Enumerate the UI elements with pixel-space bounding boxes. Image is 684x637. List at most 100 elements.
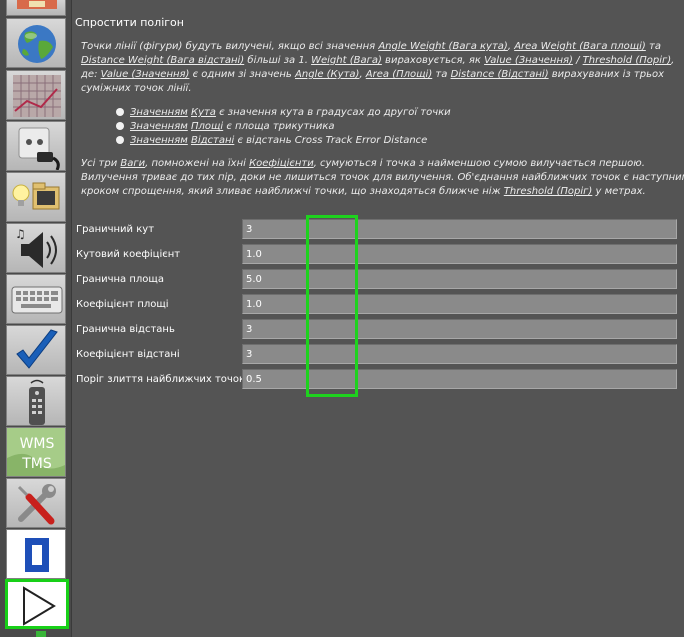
toolbar-button-globe[interactable] xyxy=(6,18,66,68)
text-run: Точки лінії (фігури) будуть вилучені, як… xyxy=(81,41,379,52)
term-link[interactable]: Ваги xyxy=(120,158,145,169)
text-run: є площа трикутника xyxy=(223,121,335,132)
bullet-dot-icon xyxy=(116,136,124,144)
description-line: де: Value (Значення) є одним зі значень … xyxy=(81,68,664,82)
angle-coefficient-label: Кутовий коефіцієнт xyxy=(76,249,181,260)
term-link[interactable]: Area Weight (Вага площі) xyxy=(514,41,646,52)
bullet-dot-icon xyxy=(116,108,124,116)
area-coefficient-input[interactable] xyxy=(242,294,677,314)
term-link[interactable]: Площі xyxy=(191,121,223,132)
text-run: , сумуються і точка з найменшою сумою ви… xyxy=(313,158,645,169)
toolbar-button-files[interactable] xyxy=(6,172,66,222)
distance-threshold-label: Гранична відстань xyxy=(76,324,175,335)
term-link[interactable]: Distance Weight (Вага відстані) xyxy=(81,55,244,66)
field-row-angle-coefficient: Кутовий коефіцієнт xyxy=(72,244,684,266)
text-run: є одним зі значень xyxy=(189,69,296,80)
area-coefficient-label: Коефіцієнт площі xyxy=(76,299,169,310)
term-link[interactable]: Threshold (Поріг) xyxy=(583,55,672,66)
term-link[interactable]: Distance (Відстані) xyxy=(451,69,549,80)
field-row-merge-threshold: Поріг злиття найближчих точок xyxy=(72,369,684,391)
bullet-item: Значенням Кута є значення кута в градуса… xyxy=(116,107,451,118)
simplify-polygon-panel: Спростити полігон Точки лінії (фігури) б… xyxy=(72,0,684,637)
toolbar-button-check[interactable] xyxy=(6,325,66,375)
text-run: є значення кута в градусах до другої точ… xyxy=(215,107,451,118)
toolbar-button-zero[interactable]: 0 xyxy=(6,529,66,579)
text-run: / xyxy=(572,55,583,66)
toolbar-button-settings[interactable] xyxy=(6,478,66,528)
text-run: та xyxy=(645,41,661,52)
field-row-area-coefficient: Коефіцієнт площі xyxy=(72,294,684,316)
term-link[interactable]: Threshold (Поріг) xyxy=(504,186,593,197)
term-link[interactable]: Angle (Кута) xyxy=(295,69,359,80)
checkmark-icon xyxy=(16,329,58,369)
bullet-dot-icon xyxy=(116,122,124,130)
field-row-angle-threshold: Граничний кут xyxy=(72,219,684,241)
term-link[interactable]: Angle Weight (Вага кута) xyxy=(378,41,508,52)
description-line: кроком спрощення, який зливає найближчі … xyxy=(81,185,646,199)
wrench-screwdriver-icon xyxy=(17,484,56,525)
text-run: суміжних точок лінії. xyxy=(81,83,192,94)
text-run: вирахуваних із трьох xyxy=(548,69,665,80)
text-run: Усі три xyxy=(81,158,121,169)
toolbar-button-wms[interactable]: WMS TMS xyxy=(6,427,66,477)
description-line: Distance Weight (Вага відстані) більші з… xyxy=(81,54,674,68)
text-run: та xyxy=(432,69,451,80)
field-row-distance-threshold: Гранична відстань xyxy=(72,319,684,341)
area-threshold-input[interactable] xyxy=(242,269,677,289)
term-link[interactable]: Value (Значення) xyxy=(101,69,190,80)
globe-icon xyxy=(18,25,56,63)
tools-top-icon xyxy=(17,0,57,9)
svg-text:♫: ♫ xyxy=(15,227,26,241)
distance-threshold-input[interactable] xyxy=(242,319,677,339)
angle-threshold-input[interactable] xyxy=(242,219,677,239)
term-link[interactable]: Коефіцієнти xyxy=(249,158,314,169)
wms-label: WMS xyxy=(20,436,55,452)
description-line: суміжних точок лінії. xyxy=(81,82,192,96)
bullet-item: Значенням Площі є площа трикутника xyxy=(116,121,334,132)
term-link[interactable]: Значенням xyxy=(130,107,188,118)
toolbar-button-sound[interactable]: ♫ xyxy=(6,223,66,273)
play-triangle-icon xyxy=(23,586,56,626)
term-link[interactable]: Кута xyxy=(191,107,216,118)
area-threshold-label: Гранична площа xyxy=(76,274,164,285)
description-line: Усі три Ваги, помножені на їхні Коефіціє… xyxy=(81,157,645,171)
toolbar-button-keyboard[interactable] xyxy=(6,274,66,324)
wms-tms-icon: WMS TMS xyxy=(7,428,65,476)
field-row-distance-coefficient: Коефіцієнт відстані xyxy=(72,344,684,366)
text-run: більші за 1. xyxy=(244,55,312,66)
page-title: Спростити полігон xyxy=(75,16,184,29)
term-link[interactable]: Weight (Вага) xyxy=(311,55,382,66)
angle-threshold-label: Граничний кут xyxy=(76,224,155,235)
term-link[interactable]: Area (Площі) xyxy=(366,69,432,80)
toolbar-button-map-grid[interactable] xyxy=(6,70,66,120)
zero-digit-icon: 0 xyxy=(25,538,49,572)
angle-coefficient-input[interactable] xyxy=(242,244,677,264)
text-run: вираховується, як xyxy=(381,55,485,66)
toolbar-button-remote[interactable] xyxy=(6,376,66,426)
text-run: Вилучення триває до тих пір, доки не лиш… xyxy=(81,172,684,183)
field-row-area-threshold: Гранична площа xyxy=(72,269,684,291)
term-link[interactable]: Значенням xyxy=(130,121,188,132)
map-grid-icon xyxy=(13,75,61,117)
term-link[interactable]: Value (Значення) xyxy=(484,55,573,66)
description-line: Вилучення триває до тих пір, доки не лиш… xyxy=(81,171,684,185)
term-link[interactable]: Відстані xyxy=(191,135,234,146)
distance-coefficient-label: Коефіцієнт відстані xyxy=(76,349,180,360)
folder-lightbulb-icon xyxy=(12,182,60,210)
toolbar-button-tools-top[interactable] xyxy=(6,0,66,16)
merge-threshold-input[interactable] xyxy=(242,369,677,389)
toolbar-button-power[interactable] xyxy=(6,121,66,171)
speaker-music-icon: ♫ xyxy=(15,227,57,268)
toolbar-button-simplify[interactable] xyxy=(5,579,69,629)
power-plug-icon xyxy=(18,127,60,170)
text-run: , xyxy=(671,55,675,66)
distance-coefficient-input[interactable] xyxy=(242,344,677,364)
side-toolbar: ♫ WMS TMS xyxy=(0,0,72,637)
text-run: є відстань Cross Track Error Distance xyxy=(234,135,428,146)
text-run: у метрах. xyxy=(592,186,646,197)
merge-threshold-label: Поріг злиття найближчих точок xyxy=(76,374,245,385)
toolbar-scroll-indicator xyxy=(36,631,46,637)
text-run: де: xyxy=(81,69,101,80)
term-link[interactable]: Значенням xyxy=(130,135,188,146)
description-line: Точки лінії (фігури) будуть вилучені, як… xyxy=(81,40,661,54)
